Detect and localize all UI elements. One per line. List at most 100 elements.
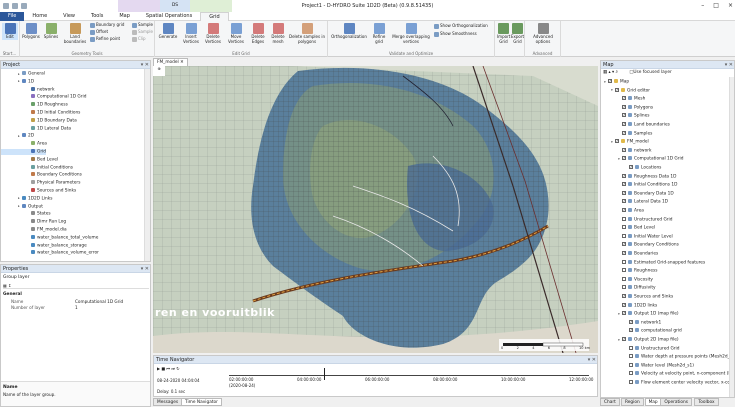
map-layer-item[interactable]: ✓ Area	[601, 208, 644, 214]
tab-view[interactable]: View	[55, 12, 83, 21]
tab-operations[interactable]: Operations	[660, 398, 693, 406]
advanced-options-button[interactable]: Advanced options	[528, 23, 558, 44]
project-tree-item[interactable]: ▸ 1D2D Links	[1, 195, 53, 201]
map-layer-item[interactable]: Unstructured Grid	[601, 216, 672, 222]
project-tree-item[interactable]: water_balance_volume_error	[1, 250, 99, 256]
layer-visibility-checkbox[interactable]	[622, 268, 626, 273]
map-layer-item[interactable]: ✓ network1	[601, 319, 661, 325]
move-vertices-button[interactable]: Move Vertices	[225, 23, 247, 44]
map-layer-item[interactable]: ✓ Samples	[601, 130, 652, 136]
map-layer-item[interactable]: Viscosity	[601, 276, 653, 282]
refine-point-button[interactable]: Refine point	[90, 36, 120, 42]
layer-visibility-checkbox[interactable]	[622, 276, 626, 281]
map-layer-item[interactable]: ▾ ✓ Computational 1D Grid	[601, 156, 683, 162]
tab-spatial-operations[interactable]: Spatial Operations	[138, 12, 200, 21]
delete-samples-button[interactable]: Delete samples in polygons	[289, 23, 325, 44]
layer-visibility-checkbox[interactable]: ✓	[622, 122, 626, 126]
project-scrollbar[interactable]	[144, 69, 150, 261]
prop-name-value[interactable]: Computational 1D Grid	[75, 299, 123, 304]
layer-visibility-checkbox[interactable]: ✓	[622, 294, 626, 298]
layer-visibility-checkbox[interactable]: ✓	[615, 139, 619, 144]
map-layer-item[interactable]: ✓ Mesh	[601, 96, 645, 102]
layer-down-icon[interactable]: ▾	[612, 70, 614, 75]
project-tree-item[interactable]: ▸ 2D	[1, 133, 34, 139]
layer-visibility-checkbox[interactable]: ✓	[629, 319, 633, 324]
show-smoothness-toggle[interactable]: Show Smoothness	[434, 31, 477, 37]
project-tree-item[interactable]: Grid	[1, 149, 47, 155]
layer-visibility-checkbox[interactable]: ✓	[622, 173, 626, 178]
tab-region[interactable]: Region	[621, 398, 644, 406]
map-layer-item[interactable]: ✓ Land boundaries	[601, 122, 670, 128]
layer-visibility-checkbox[interactable]: ✓	[622, 199, 626, 204]
layer-visibility-checkbox[interactable]	[622, 225, 626, 230]
project-tree-item[interactable]: 1D Initial Conditions	[1, 110, 80, 116]
map-layer-item[interactable]: Diffusivity	[601, 285, 656, 291]
layer-visibility-checkbox[interactable]: ✓	[622, 337, 626, 341]
layer-visibility-checkbox[interactable]: ✓	[622, 113, 626, 118]
project-tree-item[interactable]: ▸ Output	[1, 203, 43, 209]
project-tree-item[interactable]: network	[1, 86, 54, 92]
import-grid-button[interactable]: Import Grid	[497, 23, 510, 44]
map-layer-item[interactable]: ✓ Initial Conditions 1D	[601, 182, 677, 188]
step-forward-icon[interactable]: ⏭	[171, 366, 175, 371]
layer-visibility-checkbox[interactable]	[622, 285, 626, 290]
project-tree-item[interactable]: ▸ General	[1, 71, 45, 77]
timeline-track[interactable]	[229, 368, 589, 380]
layer-visibility-checkbox[interactable]: ✓	[622, 130, 626, 135]
project-tree-item[interactable]: Area	[1, 141, 47, 147]
layer-visibility-checkbox[interactable]	[629, 362, 633, 367]
loop-icon[interactable]: ↻	[176, 366, 179, 371]
boundary-grid-button[interactable]: Boundary grid	[90, 22, 124, 28]
layer-visibility-checkbox[interactable]: ✓	[622, 208, 626, 212]
project-tree-item[interactable]: 1D Roughness	[1, 102, 68, 108]
map-layer-item[interactable]: ✓ Sources and Sinks	[601, 294, 673, 300]
edit-button[interactable]: Edit	[2, 23, 18, 40]
layer-visibility-checkbox[interactable]	[622, 216, 626, 221]
layer-visibility-checkbox[interactable]: ✓	[622, 182, 626, 187]
map-layer-item[interactable]: Estimated Grid-snapped features	[601, 259, 705, 265]
splines-button[interactable]: Splines	[42, 23, 60, 40]
map-layer-item[interactable]: ✓ Locations	[601, 165, 661, 171]
map-layer-item[interactable]: Initial Water Level	[601, 233, 673, 239]
delete-mesh-button[interactable]: Delete mesh	[269, 23, 287, 44]
map-layer-item[interactable]: ▾ ✓ Output 1D (map file)	[601, 311, 679, 317]
map-layer-item[interactable]: ✓ Boundaries	[601, 251, 658, 257]
layer-visibility-checkbox[interactable]: ✓	[622, 96, 626, 101]
project-tree-item[interactable]: 1D Boundary Data	[1, 117, 77, 123]
delete-edges-button[interactable]: Delete Edges	[249, 23, 267, 44]
sample-button-2[interactable]: Sample	[132, 29, 153, 35]
map-layer-item[interactable]: Unstructured Grid	[601, 345, 679, 351]
map-layer-item[interactable]: ▾ ✓ Output 2D (map file)	[601, 337, 679, 343]
layer-visibility-checkbox[interactable]	[622, 259, 626, 264]
map-layer-item[interactable]: ✓ 1D2D links	[601, 302, 657, 308]
layer-visibility-checkbox[interactable]: ✓	[622, 242, 626, 247]
map-layer-item[interactable]: ✓ network	[601, 147, 651, 153]
orthogonalization-button[interactable]: Orthogonalization	[330, 23, 368, 40]
clip-button[interactable]: Clip	[132, 36, 146, 42]
map-layer-item[interactable]: Water depth at pressure points (Mesh2d_w…	[601, 354, 734, 360]
layer-visibility-checkbox[interactable]	[629, 380, 633, 384]
map-layer-item[interactable]: ✓ Polygons	[601, 104, 653, 110]
polygons-button[interactable]: Polygons	[22, 23, 40, 40]
close-icon[interactable]: ×	[728, 2, 733, 9]
project-tree-item[interactable]: Physical Parameters	[1, 180, 80, 186]
sample-button[interactable]: Sample	[132, 22, 153, 28]
project-tree-item[interactable]: ▸ 1D	[1, 78, 34, 84]
refine-grid-button[interactable]: Refine grid	[370, 23, 388, 44]
tab-time-navigator[interactable]: Time Navigator	[181, 398, 222, 406]
categorized-icon[interactable]: ▦	[3, 283, 7, 288]
layer-visibility-checkbox[interactable]: ✓	[629, 328, 633, 333]
insert-vertices-button[interactable]: Insert Vertices	[181, 23, 201, 44]
stop-icon[interactable]: ■	[161, 366, 165, 371]
land-boundaries-button[interactable]: Land boundaries	[62, 23, 88, 44]
layer-visibility-checkbox[interactable]: ✓	[622, 104, 626, 109]
map-toolbar-icon[interactable]: ⊕	[153, 66, 165, 76]
map-layer-item[interactable]: Velocity at velocity point, n-component …	[601, 371, 734, 377]
tab-grid[interactable]: Grid	[200, 12, 229, 21]
close-icon[interactable]: ▾ ✕	[141, 61, 149, 69]
layer-visibility-checkbox[interactable]: ✓	[622, 190, 626, 195]
close-icon[interactable]: ▾ ✕	[141, 265, 149, 273]
map-view[interactable]: ren en vooruitblik 0 2 4 6 8 10 km ⊕	[153, 66, 598, 353]
map-layer-item[interactable]: Flow element center velocity vector, x-c…	[601, 380, 734, 386]
minimize-icon[interactable]: –	[701, 2, 704, 9]
